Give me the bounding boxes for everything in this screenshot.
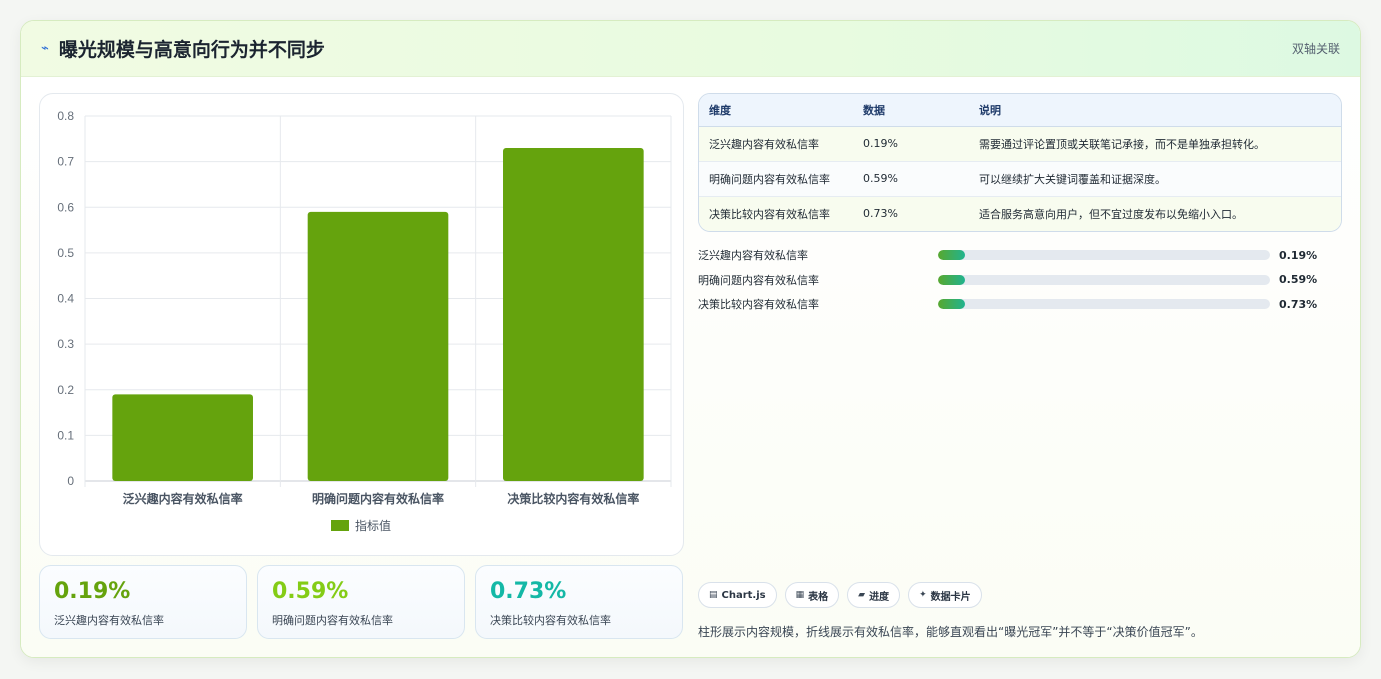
stat-card-3: 0.73% 决策比较内容有效私信率 (475, 565, 683, 639)
progress-row: 泛兴趣内容有效私信率 0.19% (698, 243, 1342, 268)
table-cell: 适合服务高意向用户，但不宜过度发布以免缩小入口。 (969, 196, 1341, 231)
y-tick-label: 0.6 (57, 200, 74, 214)
table-header-data: 数据 (853, 94, 969, 127)
bar (307, 211, 449, 481)
table-cell: 0.73% (853, 196, 969, 231)
y-tick-label: 0.5 (57, 246, 74, 260)
tag-label: 表格 (808, 591, 829, 603)
y-tick-label: 0.3 (57, 337, 74, 351)
progress-row: 决策比较内容有效私信率 0.73% (698, 292, 1342, 317)
title-wrap: ⌁ 曝光规模与高意向行为并不同步 (41, 35, 325, 62)
chart-icon: ▤ (709, 590, 718, 600)
x-tick-label: 明确问题内容有效私信率 (312, 491, 444, 506)
bar (503, 147, 644, 481)
table-row: 明确问题内容有效私信率 0.59% 可以继续扩大关键词覆盖和证据深度。 (699, 161, 1341, 197)
table-header-row: 维度 数据 说明 (699, 94, 1341, 127)
stat-label: 泛兴趣内容有效私信率 (54, 614, 164, 627)
stat-label: 决策比较内容有效私信率 (490, 614, 611, 627)
progress-icon: ▰ (858, 590, 866, 600)
stat-value: 0.19% (54, 579, 131, 604)
tag-chartjs[interactable]: ▤ Chart.js (698, 582, 777, 608)
tag-label: Chart.js (721, 589, 766, 601)
y-tick-label: 0 (67, 474, 74, 488)
y-tick-label: 0.4 (57, 292, 74, 306)
tag-data-card[interactable]: ✦ 数据卡片 (908, 582, 982, 608)
dashboard-card: ⌁ 曝光规模与高意向行为并不同步 双轴关联 0 0.1 0.2 0.3 0.4 0.5 0.… (20, 20, 1361, 658)
table-row: 泛兴趣内容有效私信率 0.19% 需要通过评论置顶或关联笔记承接，而不是单独承担… (699, 126, 1341, 162)
progress-value: 0.59% (1279, 273, 1318, 287)
y-tick-label: 0.1 (57, 428, 74, 442)
x-tick-label: 决策比较内容有效私信率 (507, 491, 639, 506)
progress-fill (938, 274, 965, 285)
progress-track (938, 299, 1270, 310)
tag-label: 数据卡片 (930, 591, 971, 603)
feature-tags: ▤ Chart.js ▦ 表格 ▰ 进度 ✦ 数据卡片 (698, 582, 982, 608)
progress-label: 决策比较内容有效私信率 (698, 298, 819, 312)
table-cell: 需要通过评论置顶或关联笔记承接，而不是单独承担转化。 (969, 126, 1341, 162)
table-cell: 泛兴趣内容有效私信率 (699, 126, 853, 162)
bar-chart-svg: 0 0.1 0.2 0.3 0.4 0.5 0.6 0.7 0.8 泛兴趣内容有效私信率 明确问题内… (57, 109, 672, 533)
table-cell: 0.19% (853, 126, 969, 162)
footnote: 柱形展示内容规模，折线展示有效私信率，能够直观看出“曝光冠军”并不等于“决策价值… (698, 625, 1203, 639)
progress-row: 明确问题内容有效私信率 0.59% (698, 268, 1342, 293)
progress-track (938, 274, 1270, 285)
progress-fill (938, 250, 965, 261)
stat-card-1: 0.19% 泛兴趣内容有效私信率 (39, 565, 247, 639)
table-header-dimension: 维度 (699, 94, 853, 127)
table-header-note: 说明 (969, 94, 1341, 127)
y-tick-label: 0.8 (57, 109, 74, 123)
body-area: 0 0.1 0.2 0.3 0.4 0.5 0.6 0.7 0.8 泛兴趣内容有效私信率 明确问题内… (21, 77, 1360, 657)
header-tag: 双轴关联 (1291, 42, 1340, 56)
stat-value: 0.73% (490, 579, 567, 604)
stat-value: 0.59% (272, 579, 349, 604)
card-header: ⌁ 曝光规模与高意向行为并不同步 双轴关联 (21, 21, 1360, 77)
progress-label: 明确问题内容有效私信率 (698, 273, 819, 287)
progress-fill (938, 299, 965, 310)
y-tick-label: 0.7 (57, 155, 74, 169)
table-cell: 0.59% (853, 161, 969, 197)
sparkle-icon: ✦ (919, 590, 927, 600)
bar (112, 394, 253, 481)
trend-icon: ⌁ (41, 41, 49, 56)
progress-label: 泛兴趣内容有效私信率 (698, 249, 808, 263)
data-table: 维度 数据 说明 泛兴趣内容有效私信率 0.19% 需要通过评论置顶或关联笔记承… (698, 93, 1342, 232)
bar-chart: 0 0.1 0.2 0.3 0.4 0.5 0.6 0.7 0.8 泛兴趣内容有效私信率 明确问题内… (39, 93, 684, 556)
table-cell: 决策比较内容有效私信率 (699, 196, 853, 231)
table-row: 决策比较内容有效私信率 0.73% 适合服务高意向用户，但不宜过度发布以免缩小入… (699, 196, 1341, 231)
progress-track (938, 250, 1270, 261)
tag-label: 进度 (869, 591, 890, 603)
progress-value: 0.19% (1279, 248, 1318, 262)
progress-list: 泛兴趣内容有效私信率 0.19% 明确问题内容有效私信率 0.59% 决策比较内… (698, 243, 1342, 317)
tag-progress[interactable]: ▰ 进度 (847, 582, 901, 608)
page-title: 曝光规模与高意向行为并不同步 (58, 39, 325, 61)
progress-value: 0.73% (1279, 297, 1318, 311)
stat-card-2: 0.59% 明确问题内容有效私信率 (257, 565, 465, 639)
stat-label: 明确问题内容有效私信率 (272, 614, 393, 627)
legend-label: 指标值 (355, 518, 391, 533)
tag-table[interactable]: ▦ 表格 (784, 582, 840, 608)
table-icon: ▦ (795, 590, 805, 600)
table-cell: 可以继续扩大关键词覆盖和证据深度。 (969, 161, 1341, 197)
legend-swatch (331, 520, 349, 531)
x-tick-label: 泛兴趣内容有效私信率 (123, 491, 243, 506)
y-tick-label: 0.2 (57, 383, 74, 397)
table-cell: 明确问题内容有效私信率 (699, 161, 853, 197)
data-table-grid: 维度 数据 说明 泛兴趣内容有效私信率 0.19% 需要通过评论置顶或关联笔记承… (699, 94, 1341, 231)
